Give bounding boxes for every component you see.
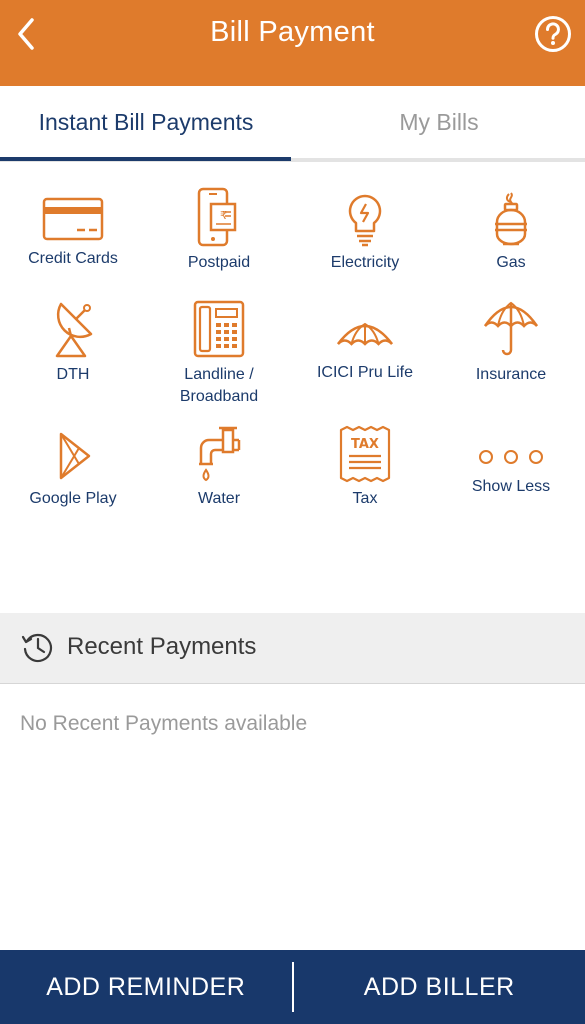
biller-dth[interactable]: DTH bbox=[0, 298, 146, 386]
lightbulb-icon bbox=[348, 194, 382, 247]
recent-payments-empty-message: No Recent Payments available bbox=[20, 712, 308, 735]
biller-label: Electricity bbox=[330, 254, 400, 271]
biller-label: Gas bbox=[496, 254, 526, 271]
biller-insurance[interactable]: Insurance bbox=[438, 298, 584, 386]
biller-water[interactable]: Water bbox=[146, 424, 292, 510]
biller-icici-pru-life[interactable]: ICICI Pru Life bbox=[292, 308, 438, 384]
recent-payments-header: Recent Payments bbox=[0, 613, 585, 684]
tax-document-icon: TAX bbox=[339, 425, 391, 483]
history-clock-icon bbox=[21, 633, 53, 663]
biller-label: Tax bbox=[352, 490, 378, 507]
mobile-bill-icon: ₹ bbox=[197, 187, 237, 247]
biller-tax[interactable]: TAX Tax bbox=[292, 424, 438, 510]
biller-label: Credit Cards bbox=[28, 250, 118, 267]
biller-label: ICICI Pru Life bbox=[316, 364, 414, 381]
biller-electricity[interactable]: Electricity bbox=[292, 192, 438, 274]
biller-landline-broadband[interactable]: Landline / Broadband bbox=[146, 298, 292, 408]
tax-icon-text: TAX bbox=[351, 437, 379, 452]
biller-gas[interactable]: Gas bbox=[438, 190, 584, 274]
umbrella-canopy-icon bbox=[337, 322, 393, 346]
biller-label: Show Less bbox=[471, 478, 551, 495]
google-play-icon bbox=[59, 432, 91, 480]
help-icon bbox=[535, 16, 571, 52]
tab-bar: Instant Bill Payments My Bills bbox=[0, 86, 585, 162]
satellite-dish-icon bbox=[55, 302, 93, 358]
biller-label: Postpaid bbox=[187, 254, 251, 271]
biller-postpaid[interactable]: ₹ Postpaid bbox=[146, 186, 292, 274]
more-dots-icon bbox=[479, 450, 543, 464]
tab-my-bills[interactable]: My Bills bbox=[293, 86, 585, 158]
biller-label: Insurance bbox=[475, 366, 547, 383]
telephone-icon bbox=[193, 300, 245, 358]
biller-label: Water bbox=[197, 490, 241, 507]
credit-card-icon bbox=[42, 197, 104, 241]
active-tab-indicator bbox=[0, 157, 291, 161]
tab-instant-bill-payments[interactable]: Instant Bill Payments bbox=[0, 86, 292, 158]
biller-credit-cards[interactable]: Credit Cards bbox=[0, 194, 146, 270]
help-button[interactable] bbox=[533, 14, 573, 54]
gas-cylinder-icon bbox=[495, 192, 527, 246]
app-header: Bill Payment bbox=[0, 0, 585, 86]
recent-payments-title: Recent Payments bbox=[67, 633, 257, 660]
biller-label: Landline / Broadband bbox=[179, 366, 259, 405]
page-title: Bill Payment bbox=[210, 16, 375, 48]
umbrella-icon bbox=[483, 301, 539, 356]
biller-label: Google Play bbox=[29, 490, 117, 507]
add-biller-button[interactable]: ADD BILLER bbox=[294, 950, 585, 1024]
biller-google-play[interactable]: Google Play bbox=[0, 428, 146, 510]
biller-label: DTH bbox=[56, 366, 90, 383]
bottom-action-bar: ADD REMINDER ADD BILLER bbox=[0, 950, 585, 1024]
show-less-button[interactable]: Show Less bbox=[438, 442, 584, 498]
add-reminder-button[interactable]: ADD REMINDER bbox=[0, 950, 292, 1024]
water-tap-icon bbox=[199, 426, 241, 482]
